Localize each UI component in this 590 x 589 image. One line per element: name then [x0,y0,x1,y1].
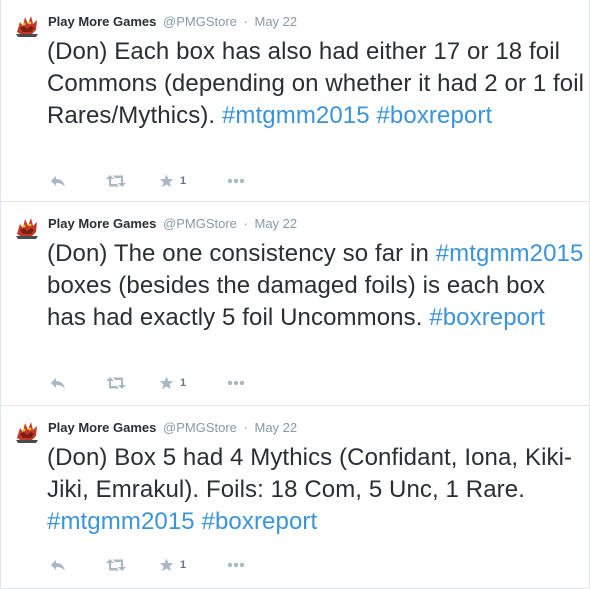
author-handle[interactable]: @PMGStore [163,14,237,29]
tweet-timeline: Play More Games @PMGStore · May 22 (Don)… [0,0,590,589]
retweet-icon [106,559,126,571]
retweet-icon [106,175,126,187]
tweet[interactable]: Play More Games @PMGStore · May 22 (Don)… [1,0,589,202]
retweet-button[interactable] [106,375,126,391]
hashtag-link[interactable]: #mtgmm2015 [222,102,370,129]
tweet-text-segment: (Don) The one consistency so far in [47,240,436,267]
star-icon [159,376,174,390]
avatar[interactable] [14,214,40,240]
hashtag-link[interactable]: #boxreport [202,508,318,535]
tweet-text-segment [195,508,202,535]
author-name[interactable]: Play More Games [48,14,156,29]
favorite-count: 1 [180,175,187,187]
reply-button[interactable] [50,375,66,391]
reply-button[interactable] [50,557,66,573]
tweet-date[interactable]: May 22 [255,216,298,231]
tweet-text: (Don) The one consistency so far in #mtg… [47,238,587,334]
tweet[interactable]: Play More Games @PMGStore · May 22 (Don)… [1,406,589,589]
separator: · [243,14,248,29]
tweet-actions: 1 [48,557,348,573]
author-handle[interactable]: @PMGStore [163,420,237,435]
avatar[interactable] [14,12,40,38]
hashtag-link[interactable]: #boxreport [376,102,492,129]
reply-button[interactable] [50,173,66,189]
hashtag-link[interactable]: #mtgmm2015 [47,508,195,535]
more-icon [227,178,245,184]
retweet-button[interactable] [106,557,126,573]
more-button[interactable] [227,375,245,391]
avatar[interactable] [14,418,40,444]
reply-icon [51,378,65,389]
dragon-logo-icon [14,214,40,240]
reply-icon [51,560,65,571]
tweet-text: (Don) Box 5 had 4 Mythics (Confidant, Io… [47,442,587,538]
retweet-button[interactable] [106,173,126,189]
dragon-logo-icon [14,12,40,38]
tweet-header: Play More Games @PMGStore · May 22 [48,420,297,436]
separator: · [243,216,248,231]
dragon-logo-icon [14,418,40,444]
tweet-date[interactable]: May 22 [255,14,298,29]
tweet-actions: 1 [48,173,348,189]
author-name[interactable]: Play More Games [48,216,156,231]
hashtag-link[interactable]: #boxreport [429,304,545,331]
author-handle[interactable]: @PMGStore [163,216,237,231]
more-button[interactable] [227,173,245,189]
more-button[interactable] [227,557,245,573]
tweet[interactable]: Play More Games @PMGStore · May 22 (Don)… [1,202,589,406]
retweet-icon [106,377,126,389]
favorite-button[interactable]: 1 [159,557,186,573]
favorite-button[interactable]: 1 [159,173,186,189]
favorite-count: 1 [180,377,187,389]
more-icon [227,562,245,568]
tweet-text-segment: (Don) Box 5 had 4 Mythics (Confidant, Io… [47,444,573,503]
favorite-button[interactable]: 1 [159,375,186,391]
tweet-header: Play More Games @PMGStore · May 22 [48,14,297,30]
tweet-text: (Don) Each box has also had either 17 or… [47,36,587,132]
star-icon [159,558,174,572]
tweet-actions: 1 [48,375,348,391]
tweet-date[interactable]: May 22 [255,420,298,435]
reply-icon [51,176,65,187]
tweet-header: Play More Games @PMGStore · May 22 [48,216,297,232]
more-icon [227,380,245,386]
author-name[interactable]: Play More Games [48,420,156,435]
star-icon [159,174,174,188]
hashtag-link[interactable]: #mtgmm2015 [436,240,584,267]
favorite-count: 1 [180,559,187,571]
separator: · [243,420,248,435]
